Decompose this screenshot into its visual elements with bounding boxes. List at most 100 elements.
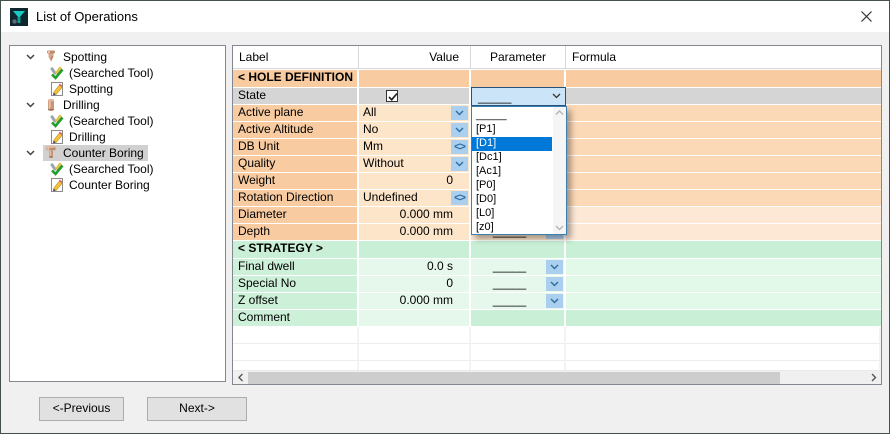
parameter-cell[interactable]	[471, 310, 566, 327]
dropdown-option-l0[interactable]: [L0]	[472, 207, 552, 221]
previous-button[interactable]: <-Previous	[39, 397, 124, 421]
table-row-comment: Comment	[233, 310, 881, 327]
table-row-empty	[233, 344, 881, 361]
tree-item-drilling[interactable]: Drilling	[10, 129, 225, 145]
parameter-dropdown-button[interactable]	[546, 277, 563, 291]
formula-cell[interactable]	[566, 105, 881, 122]
value-cell[interactable]: Without	[359, 156, 471, 173]
formula-cell[interactable]	[566, 139, 881, 156]
label-cell: Active plane	[233, 105, 359, 122]
table-row-special-no: Special No0_____	[233, 276, 881, 293]
edit-operation-icon	[49, 129, 65, 145]
value-cell[interactable]: 0.000 mm	[359, 293, 471, 310]
formula-cell[interactable]	[566, 122, 881, 139]
value-cell[interactable]: Undefined<>	[359, 190, 471, 207]
tree-entry: Spotting	[43, 49, 111, 65]
value-cell[interactable]	[359, 310, 471, 327]
tree-item-counter-boring[interactable]: Counter Boring	[10, 177, 225, 193]
formula-cell[interactable]	[566, 156, 881, 173]
column-header-formula[interactable]: Formula	[566, 46, 881, 68]
tree-item-spotting[interactable]: Spotting	[10, 81, 225, 97]
value-text: 0	[359, 173, 469, 188]
value-spinner-button[interactable]: <>	[451, 140, 468, 154]
label-cell	[233, 361, 359, 370]
value-dropdown-button[interactable]	[451, 157, 468, 171]
column-header-label[interactable]: Label	[233, 46, 359, 68]
dropdown-option-blank[interactable]: _____	[472, 109, 552, 123]
tree-entry: Drilling	[49, 129, 110, 145]
formula-cell[interactable]	[566, 276, 881, 293]
state-checkbox[interactable]	[386, 90, 398, 102]
drilling-tool-icon	[43, 97, 59, 113]
horizontal-scrollbar[interactable]	[233, 370, 881, 384]
dropdown-scrollbar[interactable]	[553, 107, 566, 234]
edit-operation-icon	[49, 177, 65, 193]
dropdown-option-d0[interactable]: [D0]	[472, 193, 552, 207]
tree-item-spotting[interactable]: Spotting	[10, 49, 225, 65]
formula-cell[interactable]	[566, 293, 881, 310]
formula-cell[interactable]	[566, 173, 881, 190]
value-cell[interactable]: 0.0 s	[359, 259, 471, 276]
formula-cell[interactable]	[566, 88, 881, 105]
close-button[interactable]	[843, 1, 889, 32]
tree-item-searched-tool[interactable]: (Searched Tool)	[10, 113, 225, 129]
parameter-dropdown-button[interactable]	[546, 260, 563, 274]
table-row-empty	[233, 361, 881, 370]
value-cell[interactable]: 0.000 mm	[359, 224, 471, 241]
parameter-dropdown-button[interactable]	[546, 294, 563, 308]
value-cell[interactable]	[359, 88, 471, 105]
scroll-left-button[interactable]	[233, 371, 248, 384]
formula-cell[interactable]	[566, 207, 881, 224]
table-row-hole-definition: < HOLE DEFINITION >	[233, 70, 881, 88]
parameter-cell[interactable]: _____	[471, 259, 566, 276]
dropdown-option-ac1[interactable]: [Ac1]	[472, 165, 552, 179]
formula-cell[interactable]	[566, 224, 881, 241]
parameters-table: Label Value Parameter Formula < HOLE DEF…	[232, 45, 882, 385]
value-cell[interactable]: Mm<>	[359, 139, 471, 156]
tree-expander-chevron-down-icon[interactable]	[24, 99, 36, 111]
tree-expander-chevron-down-icon[interactable]	[24, 147, 36, 159]
value-cell[interactable]: 0.000 mm	[359, 207, 471, 224]
parameter-cell	[471, 361, 566, 370]
parameter-cell[interactable]: _____	[471, 276, 566, 293]
scroll-up-icon	[555, 110, 564, 116]
value-cell[interactable]: 0	[359, 276, 471, 293]
label-cell: Z offset	[233, 293, 359, 310]
value-cell[interactable]: No	[359, 122, 471, 139]
table-row-z-offset: Z offset0.000 mm_____	[233, 293, 881, 310]
value-dropdown-button[interactable]	[451, 106, 468, 120]
label-cell: State	[233, 88, 359, 105]
label-cell: Rotation Direction	[233, 190, 359, 207]
value-cell[interactable]: All	[359, 105, 471, 122]
next-button[interactable]: Next->	[147, 397, 247, 421]
formula-cell[interactable]	[566, 190, 881, 207]
dropdown-option-d1[interactable]: [D1]	[472, 137, 552, 151]
parameter-combobox-open[interactable]: _____	[471, 87, 566, 106]
formula-cell[interactable]	[566, 259, 881, 276]
tree-item-label: Counter Boring	[63, 146, 144, 161]
tree-entry: Counter Boring	[43, 145, 148, 161]
value-cell	[359, 241, 471, 259]
parameter-cell[interactable]: _____	[471, 293, 566, 310]
tree-item-searched-tool[interactable]: (Searched Tool)	[10, 161, 225, 177]
value-cell[interactable]: 0	[359, 173, 471, 190]
value-dropdown-button[interactable]	[451, 123, 468, 137]
tree-expander-chevron-down-icon[interactable]	[24, 51, 36, 63]
column-header-parameter[interactable]: Parameter	[471, 46, 566, 68]
tree-item-counter-boring[interactable]: Counter Boring	[10, 145, 225, 161]
tree-item-drilling[interactable]: Drilling	[10, 97, 225, 113]
dropdown-option-z0[interactable]: [z0]	[472, 221, 552, 235]
dropdown-option-dc1[interactable]: [Dc1]	[472, 151, 552, 165]
formula-cell[interactable]	[566, 310, 881, 327]
tree-item-searched-tool[interactable]: (Searched Tool)	[10, 65, 225, 81]
column-header-value[interactable]: Value	[359, 46, 471, 68]
dropdown-option-p1[interactable]: [P1]	[472, 123, 552, 137]
table-header-row: Label Value Parameter Formula	[233, 46, 881, 69]
tree-item-label: (Searched Tool)	[69, 114, 154, 129]
scroll-right-button[interactable]	[866, 371, 881, 384]
value-text: 0.000 mm	[359, 224, 469, 239]
scrollbar-thumb[interactable]	[248, 372, 780, 384]
value-spinner-button[interactable]: <>	[451, 191, 468, 205]
dropdown-option-p0[interactable]: [P0]	[472, 179, 552, 193]
spotting-tool-icon	[43, 49, 59, 65]
